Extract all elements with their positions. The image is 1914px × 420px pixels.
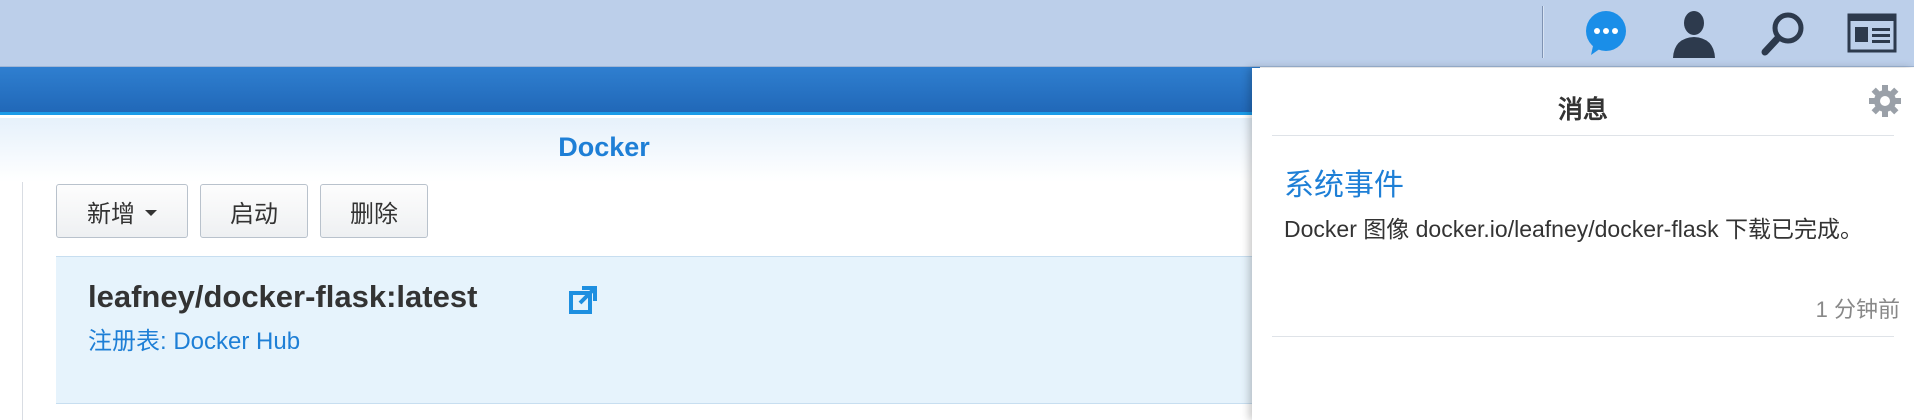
main-content: 新增 启动 删除 leafney/docker-flask:latest 注册表… [0,182,1260,420]
delete-button[interactable]: 删除 [320,184,428,238]
notification-title: 消息 [1557,96,1608,124]
window-title: Docker [558,132,650,162]
search-icon[interactable] [1754,4,1814,62]
id-card-icon[interactable] [1842,4,1902,62]
app-title-bar [0,67,1260,115]
notification-divider [1272,336,1894,337]
sidebar-divider [22,182,23,420]
image-name: leafney/docker-flask:latest [88,279,478,314]
event-title-link[interactable]: 系统事件 [1284,160,1404,204]
event-timestamp: 1 分钟前 [1815,297,1900,322]
taskbar [0,0,1914,67]
chat-icon[interactable] [1576,4,1636,62]
notification-panel: 消息 系统事件 Docker 图像 docker.io/leafney/dock… [1252,68,1914,420]
image-card[interactable]: leafney/docker-flask:latest 注册表: Docker … [56,256,1260,404]
new-button[interactable]: 新增 [56,184,188,238]
new-button-label: 新增 [87,200,135,228]
notification-header: 消息 [1272,68,1901,136]
window-header: Docker [0,118,1260,182]
start-button-label: 启动 [230,200,278,228]
event-message: Docker 图像 docker.io/leafney/docker-flask… [1284,216,1864,242]
user-icon[interactable] [1664,4,1724,62]
taskbar-divider [1542,6,1544,58]
registry-label: 注册表: Docker Hub [88,328,301,355]
start-button[interactable]: 启动 [200,184,308,238]
delete-button-label: 删除 [350,200,398,228]
gear-icon[interactable] [1868,84,1902,118]
external-link-icon[interactable] [568,285,598,315]
caret-down-icon [145,209,157,216]
